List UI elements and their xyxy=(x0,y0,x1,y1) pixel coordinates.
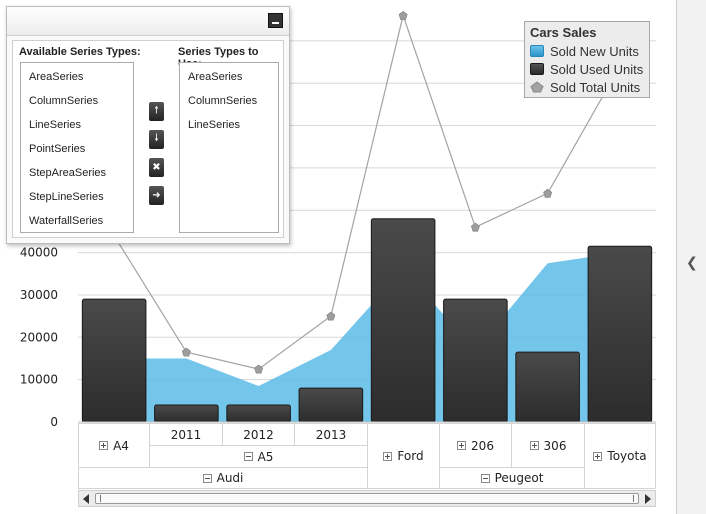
column-bar xyxy=(154,404,219,423)
y-tick-label: 40000 xyxy=(20,246,58,260)
legend-item-total: Sold Total Units xyxy=(530,78,644,96)
list-item[interactable]: AreaSeries xyxy=(180,65,278,89)
y-tick-label: 10000 xyxy=(20,373,58,387)
column-bar xyxy=(443,298,508,423)
y-tick-label: 0 xyxy=(50,415,58,429)
remove-icon: ✖ xyxy=(152,162,161,173)
pentagon-marker-icon xyxy=(530,81,544,93)
expand-icon[interactable] xyxy=(457,441,467,450)
list-item[interactable]: WaterfallSeries xyxy=(21,209,133,233)
expand-icon[interactable] xyxy=(529,441,539,450)
legend-item-new: Sold New Units xyxy=(530,42,644,60)
line-point-marker xyxy=(398,10,408,20)
column-bar xyxy=(226,404,291,423)
y-tick-label: 20000 xyxy=(20,330,58,344)
line-point-marker xyxy=(470,222,480,232)
column-bar xyxy=(81,298,147,423)
collapse-icon[interactable] xyxy=(202,473,212,483)
column-bar xyxy=(298,387,364,423)
in-use-series-list[interactable]: AreaSeries ColumnSeries LineSeries xyxy=(179,62,279,233)
collapse-icon[interactable] xyxy=(243,452,253,461)
move-up-button[interactable]: 🠕 xyxy=(149,102,164,121)
category-a5-2012: 2012 xyxy=(222,423,295,446)
expand-icon[interactable] xyxy=(383,451,393,461)
collapse-icon[interactable] xyxy=(480,473,490,483)
available-series-list[interactable]: AreaSeries ColumnSeries LineSeries Point… xyxy=(20,62,134,233)
add-button[interactable]: ➜ xyxy=(149,186,164,205)
category-ford[interactable]: Ford xyxy=(367,423,440,489)
editor-body: Available Series Types: Series Types to … xyxy=(12,40,284,238)
legend-item-used: Sold Used Units xyxy=(530,60,644,78)
list-item[interactable]: PointSeries xyxy=(21,137,133,161)
scroll-thumb[interactable] xyxy=(95,493,639,504)
side-panel-toggle[interactable]: ❮ xyxy=(676,0,706,514)
move-up-icon: 🠕 xyxy=(154,105,159,116)
add-icon: ➜ xyxy=(152,190,161,201)
list-item[interactable]: LineSeries xyxy=(21,113,133,137)
move-down-button[interactable]: 🠗 xyxy=(149,130,164,149)
category-peugeot[interactable]: Peugeot xyxy=(439,467,585,489)
minimize-button[interactable] xyxy=(268,13,283,28)
remove-button[interactable]: ✖ xyxy=(149,158,164,177)
line-point-marker xyxy=(254,364,264,374)
scroll-right-icon[interactable] xyxy=(645,494,651,504)
line-point-marker xyxy=(181,347,191,357)
line-point-marker xyxy=(326,311,336,321)
line-point-marker xyxy=(543,188,553,198)
move-down-icon: 🠗 xyxy=(154,133,159,144)
category-306[interactable]: 306 xyxy=(511,423,585,468)
list-item[interactable]: ColumnSeries xyxy=(21,89,133,113)
area-swatch-icon xyxy=(530,45,544,57)
chart-legend: Cars Sales Sold New Units Sold Used Unit… xyxy=(524,21,650,98)
chart-area: 0 10000 20000 30000 40000 A4 2011 2012 2013 … xyxy=(0,0,706,514)
chevron-left-icon[interactable]: ❮ xyxy=(686,255,698,271)
series-editor-panel: Available Series Types: Series Types to … xyxy=(6,6,290,244)
category-toyota[interactable]: Toyota xyxy=(584,423,656,489)
list-item[interactable]: AreaSeries xyxy=(21,65,133,89)
column-swatch-icon xyxy=(530,63,544,75)
expand-icon[interactable] xyxy=(593,451,603,461)
category-a5-2013: 2013 xyxy=(294,423,368,446)
available-label: Available Series Types: xyxy=(19,46,141,58)
category-a5[interactable]: A5 xyxy=(149,445,368,468)
category-a5-2011: 2011 xyxy=(149,423,223,446)
scroll-left-icon[interactable] xyxy=(83,494,89,504)
category-audi[interactable]: Audi xyxy=(78,467,368,489)
horizontal-scrollbar[interactable] xyxy=(78,490,656,507)
list-item[interactable]: StepLineSeries xyxy=(21,185,133,209)
list-item[interactable]: LineSeries xyxy=(180,113,278,137)
column-bar xyxy=(587,245,653,423)
category-a4[interactable]: A4 xyxy=(78,423,150,468)
legend-title: Cars Sales xyxy=(530,25,597,40)
column-bar xyxy=(370,218,436,423)
y-tick-label: 30000 xyxy=(20,288,58,302)
list-item[interactable]: StepAreaSeries xyxy=(21,161,133,185)
editor-header xyxy=(7,7,289,36)
column-bar xyxy=(515,351,580,423)
expand-icon[interactable] xyxy=(99,441,109,450)
category-206[interactable]: 206 xyxy=(439,423,512,468)
list-item[interactable]: ColumnSeries xyxy=(180,89,278,113)
